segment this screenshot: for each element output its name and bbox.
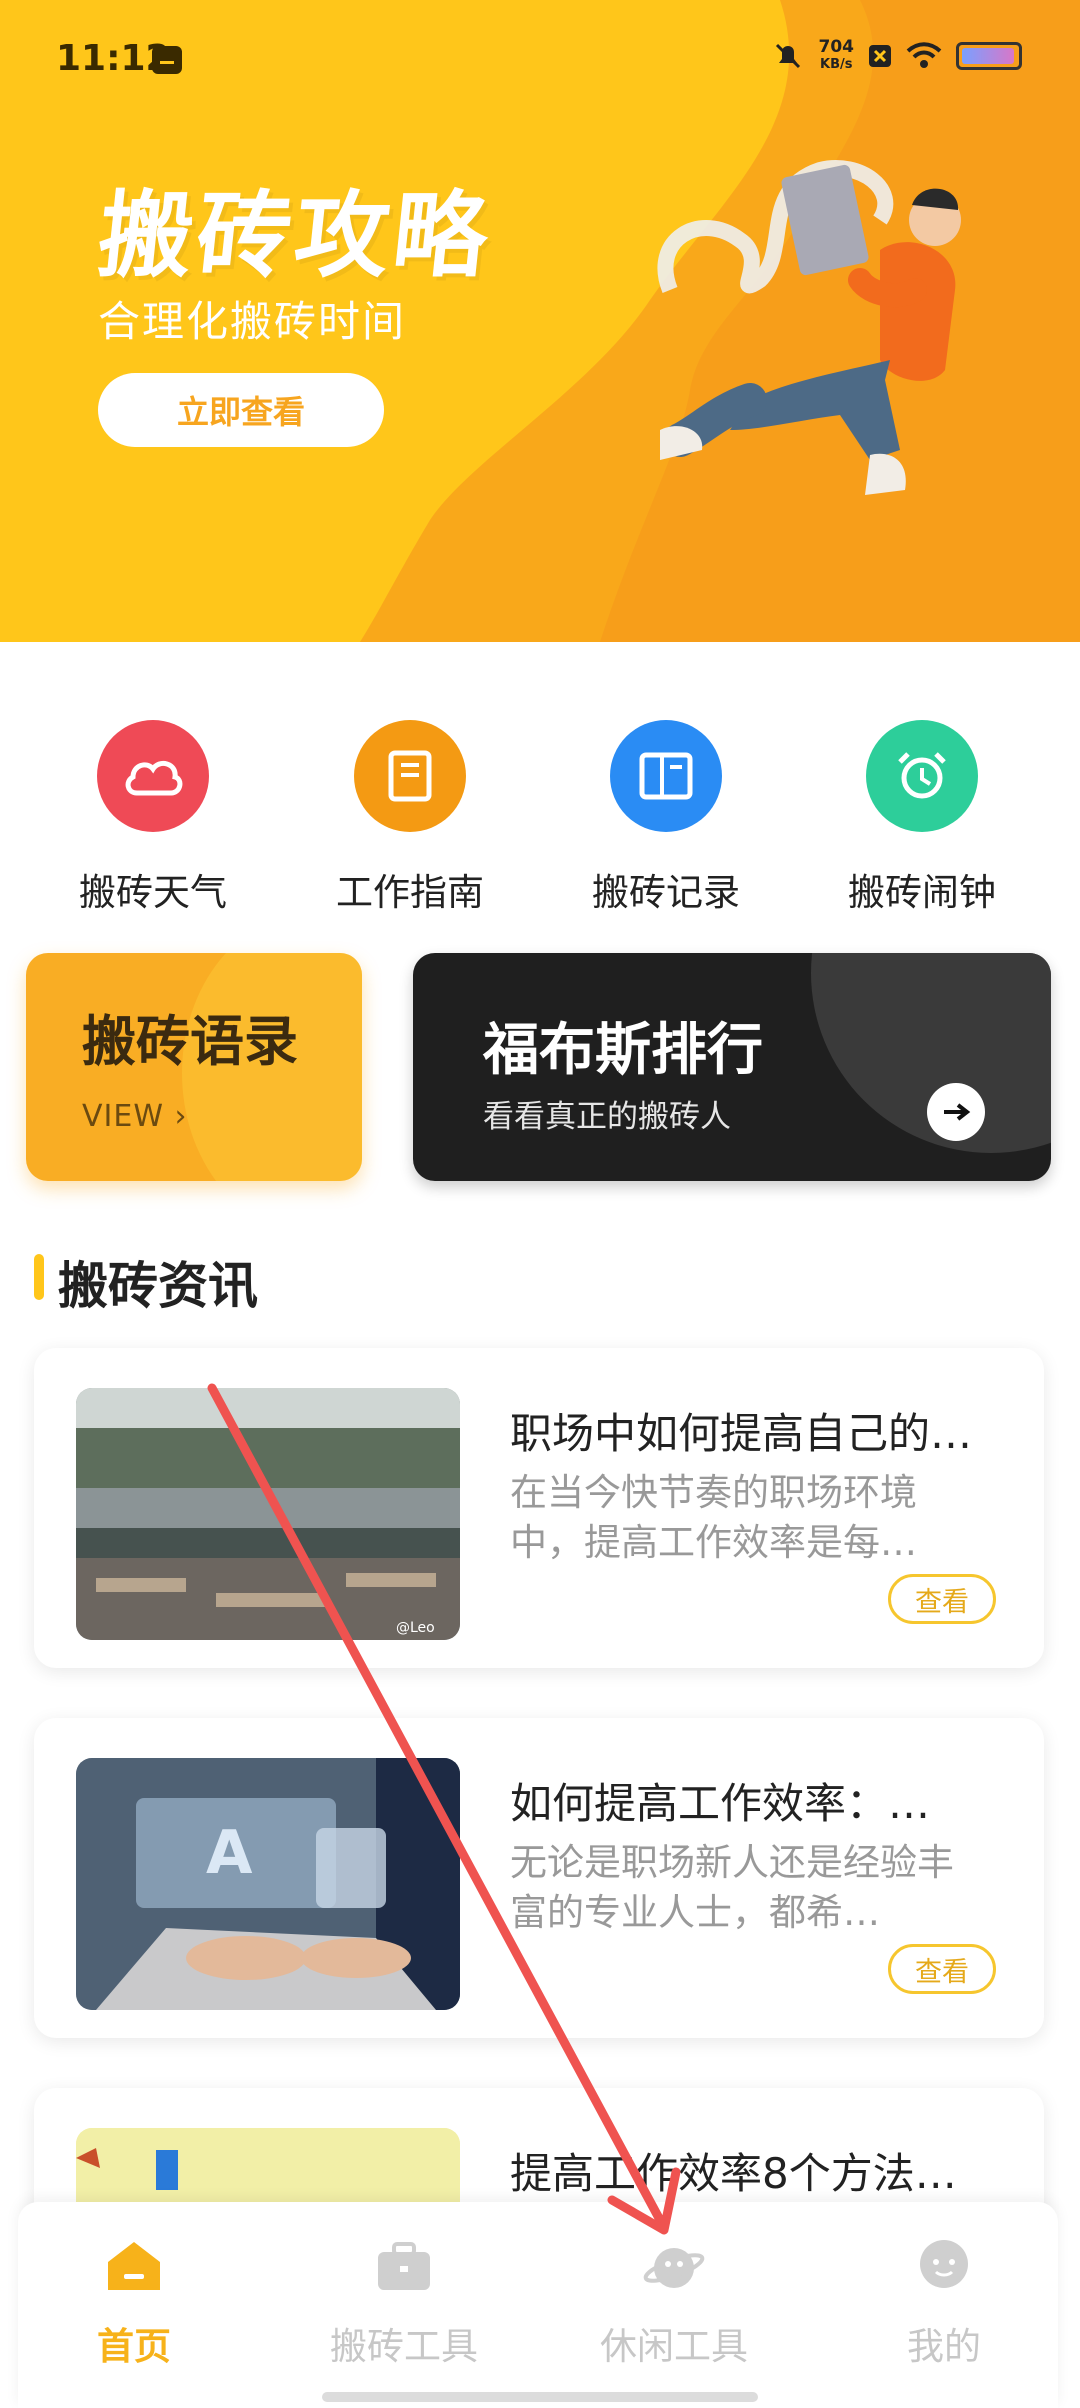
quotes-card-view-label: VIEW [82,1099,164,1134]
tab-leisure-tools[interactable]: 休闲工具 [574,2236,774,2370]
news-thumbnail-watermark: @Leo [396,1620,435,1636]
svg-text:A: A [206,1818,253,1888]
news-description: 在当今快节奏的职场环境中，提高工作效率是每… [510,1471,917,1564]
banner-subtitle: 合理化搬砖时间 [98,297,407,346]
quotes-card[interactable]: 搬砖语录 VIEW › [26,953,362,1181]
ranking-card-title: 福布斯排行 [483,1018,763,1083]
tab-label: 搬砖工具 [330,2325,478,2368]
banner-view-button[interactable]: 立即查看 [98,373,384,447]
sim-x-icon [869,45,891,67]
quick-actions: 搬砖天气 工作指南 搬砖记录 搬砖闹钟 [0,720,1080,920]
quick-item-label: 工作指南 [336,871,484,914]
tab-home[interactable]: 首页 [34,2236,234,2370]
news-thumbnail: @Leo [76,1388,460,1640]
banner-illustration [657,160,961,495]
home-icon [108,2242,160,2290]
news-title: 提高工作效率8个方法… [510,2149,957,2198]
ranking-card-subtitle: 看看真正的搬砖人 [483,1099,731,1135]
battery-icon [956,42,1022,70]
status-bar: 11:12 704 KB/s [0,0,1080,120]
book-icon [354,720,466,832]
tab-profile[interactable]: 我的 [844,2236,1044,2370]
cloud-icon [97,720,209,832]
status-right-icons: 704 KB/s [771,38,1022,74]
tab-work-tools[interactable]: 搬砖工具 [304,2236,504,2370]
tab-label: 我的 [907,2325,981,2368]
quotes-card-title: 搬砖语录 [82,1010,298,1073]
bottom-tab-bar: 首页 搬砖工具 休闲工具 我的 [18,2202,1058,2408]
arrow-right-icon[interactable] [927,1083,985,1141]
network-speed-unit: KB/s [820,57,853,72]
home-indicator[interactable] [322,2392,758,2402]
mute-bell-icon [775,43,800,69]
quick-item-record[interactable]: 搬砖记录 [556,720,776,916]
section-accent-bar [34,1254,44,1300]
news-section-title: 搬砖资讯 [58,1257,258,1315]
news-title: 职场中如何提高自己的工作效率 [510,1409,1010,1458]
news-thumbnail: A [76,1758,460,2010]
record-icon [610,720,722,832]
quick-item-guide[interactable]: 工作指南 [300,720,520,916]
quick-item-alarm[interactable]: 搬砖闹钟 [812,720,1032,916]
wifi-icon [906,42,942,68]
message-notification-icon [152,46,182,74]
news-description: 无论是职场新人还是经验丰富的专业人士，都希… [510,1841,954,1934]
network-speed: 704 KB/s [819,38,855,74]
quotes-card-view: VIEW › [82,1099,188,1134]
network-speed-value: 704 [818,37,855,57]
news-card[interactable]: A 如何提高工作效率：… 无论是职场新人还是经验丰富的专业人士，都希… 查看 [34,1718,1044,2038]
briefcase-icon [378,2242,430,2290]
quick-item-label: 搬砖记录 [592,871,740,914]
news-view-button[interactable]: 查看 [888,1944,996,1994]
quick-item-label: 搬砖闹钟 [848,871,996,914]
news-title: 如何提高工作效率：… [510,1779,931,1828]
news-card[interactable]: @Leo 职场中如何提高自己的工作效率 在当今快节奏的职场环境中，提高工作效率是… [34,1348,1044,1668]
chevron-right-icon: › [174,1099,188,1134]
banner-title: 搬砖攻略 [93,182,497,291]
quick-item-label: 搬砖天气 [79,871,227,914]
tab-label: 休闲工具 [600,2325,748,2368]
alarm-clock-icon [866,720,978,832]
forbes-ranking-card[interactable]: 福布斯排行 看看真正的搬砖人 [413,953,1051,1181]
profile-icon [920,2240,968,2288]
news-view-button[interactable]: 查看 [888,1574,996,1624]
hero-banner[interactable]: 11:12 704 KB/s 搬砖攻略 合理化搬砖时间 立即查看 [0,0,1080,642]
planet-icon [643,2248,705,2288]
quick-item-weather[interactable]: 搬砖天气 [43,720,263,916]
tab-label: 首页 [97,2325,171,2368]
